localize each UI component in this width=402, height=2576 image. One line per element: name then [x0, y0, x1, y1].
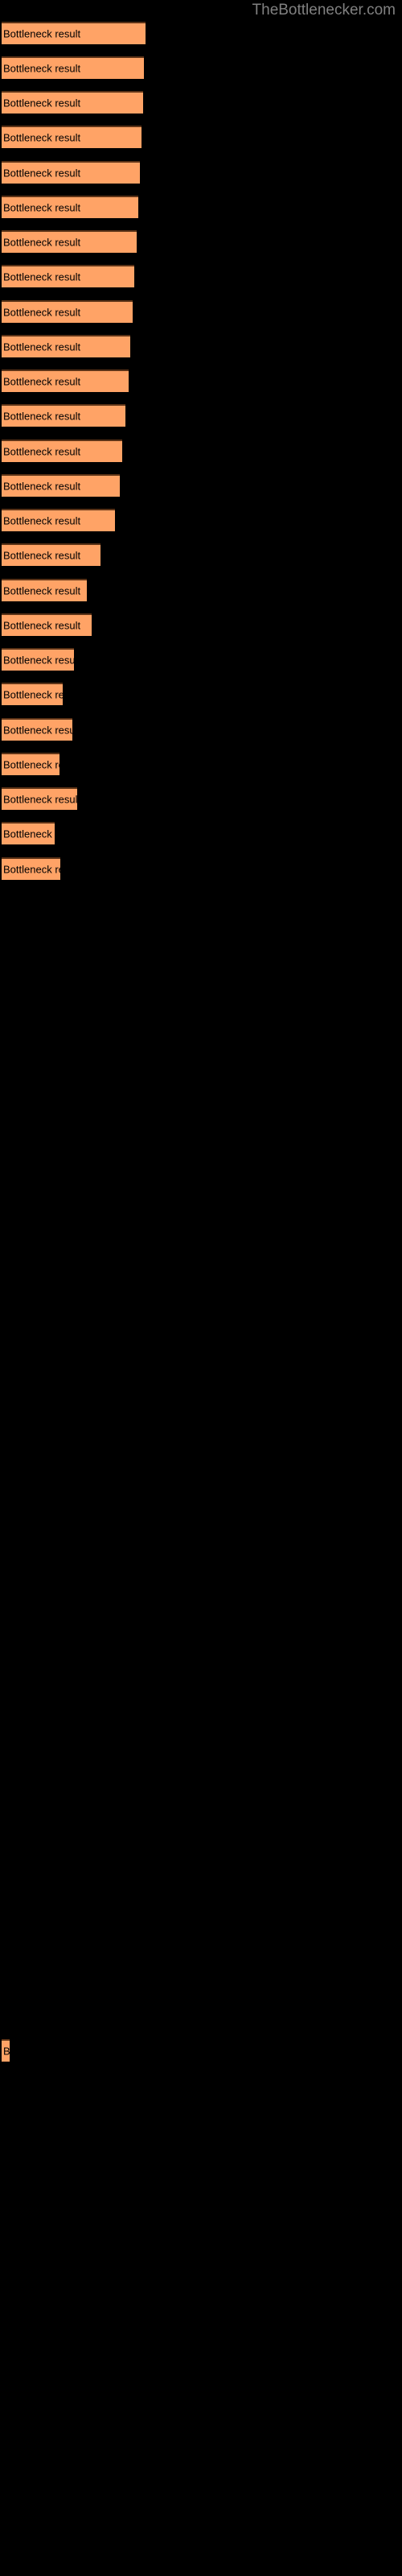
bar-series: Bottleneck result Bottleneck result Bottle…	[0, 0, 402, 2576]
bar-label: Bottleneck result	[3, 445, 81, 458]
bar-label: Bottleneck result	[3, 584, 81, 597]
bar-label: Bottleneck result	[3, 306, 81, 319]
bar[interactable]: Bottleneck result	[2, 2039, 10, 2062]
bar-label: Bottleneck result	[3, 480, 81, 493]
bar[interactable]: Bottleneck result	[2, 440, 122, 462]
bar-label: Bottleneck result	[3, 410, 81, 423]
bar-label: Bottleneck result	[3, 2045, 10, 2058]
bar-label: Bottleneck result	[3, 62, 81, 75]
bar[interactable]: Bottleneck result	[2, 196, 138, 218]
bar[interactable]: Bottleneck result	[2, 474, 120, 497]
bar[interactable]: Bottleneck result	[2, 857, 60, 880]
bar-label: Bottleneck result	[3, 863, 60, 876]
bar-label: Bottleneck result	[3, 619, 81, 632]
bar-label: Bottleneck result	[3, 514, 81, 527]
bar-label: Bottleneck result	[3, 270, 81, 283]
bar[interactable]: Bottleneck result	[2, 718, 72, 741]
bar-label: Bottleneck result	[3, 131, 81, 144]
bar-label: Bottleneck result	[3, 688, 63, 701]
bar[interactable]: Bottleneck result	[2, 822, 55, 844]
bar[interactable]: Bottleneck result	[2, 161, 140, 184]
bar[interactable]: Bottleneck result	[2, 369, 129, 392]
bar-label: Bottleneck result	[3, 828, 55, 840]
bar[interactable]: Bottleneck result	[2, 787, 77, 810]
bar[interactable]: Bottleneck result	[2, 265, 134, 287]
bar[interactable]: Bottleneck result	[2, 509, 115, 531]
bar[interactable]: Bottleneck result	[2, 648, 74, 671]
bottleneck-chart: TheBottlenecker.com Bottleneck result Bot…	[0, 0, 402, 2576]
bar-label: Bottleneck result	[3, 654, 74, 667]
bar[interactable]: Bottleneck result	[2, 56, 144, 79]
bar[interactable]: Bottleneck result	[2, 543, 100, 566]
bar-label: Bottleneck result	[3, 201, 81, 214]
bar[interactable]: Bottleneck result	[2, 126, 142, 148]
bar[interactable]: Bottleneck result	[2, 683, 63, 705]
bar-label: Bottleneck result	[3, 758, 59, 771]
bar-label: Bottleneck result	[3, 236, 81, 249]
bar-label: Bottleneck result	[3, 167, 81, 180]
bar-label: Bottleneck result	[3, 341, 81, 353]
bar[interactable]: Bottleneck result	[2, 335, 130, 357]
bar[interactable]: Bottleneck result	[2, 404, 125, 427]
bar[interactable]: Bottleneck result	[2, 230, 137, 253]
bar[interactable]: Bottleneck result	[2, 753, 59, 775]
bar[interactable]: Bottleneck result	[2, 91, 143, 114]
bar[interactable]: Bottleneck result	[2, 613, 92, 636]
bar-label: Bottleneck result	[3, 724, 72, 737]
bar-label: Bottleneck result	[3, 97, 81, 109]
bar-label: Bottleneck result	[3, 27, 81, 40]
bar-label: Bottleneck result	[3, 375, 81, 388]
bar-label: Bottleneck result	[3, 793, 77, 806]
bar[interactable]: Bottleneck result	[2, 579, 87, 601]
bar[interactable]: Bottleneck result	[2, 22, 146, 44]
bar[interactable]: Bottleneck result	[2, 300, 133, 323]
bar-label: Bottleneck result	[3, 549, 81, 562]
